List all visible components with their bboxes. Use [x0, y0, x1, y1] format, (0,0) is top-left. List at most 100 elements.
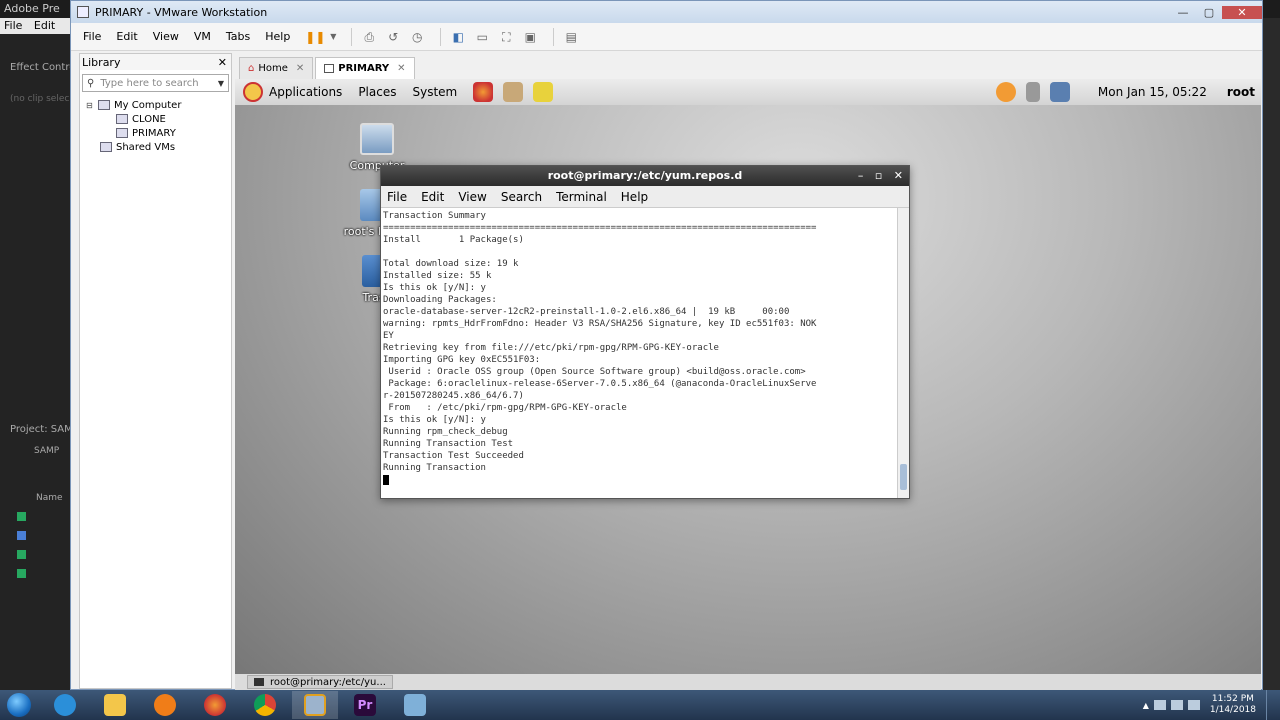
menu-tabs[interactable]: Tabs	[226, 30, 250, 43]
shared-vms-icon	[100, 142, 112, 152]
terminal-maximize-button[interactable]: ▫	[875, 169, 882, 182]
menu-help[interactable]: Help	[265, 30, 290, 43]
gnome-menu-places[interactable]: Places	[358, 85, 396, 99]
premiere-effect-controls-tab[interactable]: Effect Contro	[10, 62, 75, 73]
tray-icon[interactable]	[1153, 700, 1166, 710]
scrollbar-thumb[interactable]	[900, 464, 907, 490]
send-ctrl-alt-del-icon[interactable]: ⎙	[360, 29, 378, 45]
vmware-window: PRIMARY - VMware Workstation — ▢ ✕ File …	[70, 0, 1263, 690]
terminal-menu-edit[interactable]: Edit	[421, 190, 444, 204]
volume-icon[interactable]	[1187, 700, 1200, 710]
gnome-foot-icon[interactable]	[243, 82, 263, 102]
menu-edit[interactable]: Edit	[116, 30, 137, 43]
terminal-menu-terminal[interactable]: Terminal	[556, 190, 607, 204]
close-icon[interactable]: ✕	[296, 63, 304, 74]
chevron-down-icon[interactable]: ▼	[329, 29, 337, 45]
menu-vm[interactable]: VM	[194, 30, 211, 43]
clock-date: 1/14/2018	[1209, 705, 1256, 715]
maximize-button[interactable]: ▢	[1196, 6, 1222, 19]
taskbar-premiere[interactable]: Pr	[342, 691, 388, 719]
collapse-icon[interactable]: ⊟	[86, 101, 94, 110]
gnome-clock[interactable]: Mon Jan 15, 05:22	[1098, 85, 1207, 99]
tab-primary[interactable]: PRIMARY ✕	[315, 57, 415, 79]
gnome-top-panel: Applications Places System Mon Jan 15, 0…	[235, 79, 1261, 105]
vmware-titlebar: PRIMARY - VMware Workstation — ▢ ✕	[71, 1, 1262, 23]
gnome-user[interactable]: root	[1227, 85, 1255, 99]
vm-console-screen[interactable]: Applications Places System Mon Jan 15, 0…	[235, 79, 1261, 674]
close-button[interactable]: ✕	[1222, 5, 1262, 19]
mail-icon[interactable]	[503, 82, 524, 102]
terminal-line: oracle-database-server-12cR2-preinstall-…	[383, 307, 790, 317]
console-view-icon[interactable]: ▭	[473, 29, 491, 45]
menu-view[interactable]: View	[153, 30, 179, 43]
terminal-close-button[interactable]: ✕	[894, 169, 903, 182]
library-title: Library	[82, 55, 121, 69]
premiere-project-tab[interactable]: Project: SAM	[10, 424, 73, 435]
terminal-menu-search[interactable]: Search	[501, 190, 542, 204]
taskbar-item-terminal[interactable]: root@primary:/etc/yu...	[247, 675, 393, 689]
close-icon[interactable]: ✕	[397, 63, 405, 74]
unity-icon[interactable]: ▣	[521, 29, 539, 45]
terminal-scrollbar[interactable]	[897, 208, 909, 498]
taskbar-clock[interactable]: 11:52 PM 1/14/2018	[1210, 694, 1256, 716]
fullscreen-icon[interactable]: ⛶	[497, 29, 515, 45]
volume-icon[interactable]	[1025, 82, 1040, 102]
tree-label: Shared VMs	[116, 141, 176, 153]
tab-label: PRIMARY	[338, 63, 390, 74]
terminal-output[interactable]: Transaction Summary =====================…	[381, 208, 897, 498]
terminal-window: root@primary:/etc/yum.repos.d – ▫ ✕ File…	[380, 165, 910, 499]
terminal-menu-help[interactable]: Help	[621, 190, 648, 204]
snapshot-icon[interactable]: ↺	[384, 29, 402, 45]
terminal-line: Transaction Test Succeeded	[383, 451, 524, 461]
taskbar-item-label: root@primary:/etc/yu...	[270, 676, 386, 688]
library-search-input[interactable]: ⚲ Type here to search ▼	[82, 74, 229, 92]
terminal-line: Running Transaction Test	[383, 439, 514, 449]
app-icon	[404, 694, 426, 716]
vm-bottom-panel: root@primary:/etc/yu...	[235, 674, 1261, 690]
show-desktop-button[interactable]	[1266, 690, 1280, 720]
menu-file[interactable]: File	[83, 30, 101, 43]
terminal-menu-view[interactable]: View	[458, 190, 486, 204]
tree-item-my-computer[interactable]: ⊟ My Computer	[80, 98, 231, 112]
taskbar-chrome[interactable]	[242, 691, 288, 719]
network-icon[interactable]	[1170, 700, 1183, 710]
library-close-icon[interactable]: ✕	[218, 56, 227, 69]
premiere-menu-edit[interactable]: Edit	[34, 19, 55, 32]
computer-icon	[360, 123, 394, 155]
chevron-down-icon[interactable]: ▼	[218, 79, 224, 88]
snapshot-manager-icon[interactable]: ◷	[408, 29, 426, 45]
pause-icon[interactable]: ❚❚	[305, 29, 325, 45]
gnome-menu-system[interactable]: System	[412, 85, 457, 99]
terminal-line: Retrieving key from file:///etc/pki/rpm-…	[383, 343, 719, 353]
terminal-titlebar: root@primary:/etc/yum.repos.d – ▫ ✕	[381, 166, 909, 186]
windows-taskbar: Pr ▲ 11:52 PM 1/14/2018	[0, 690, 1280, 720]
toolbar-separator	[440, 27, 442, 46]
start-button[interactable]	[0, 691, 38, 719]
thumbnail-view-icon[interactable]: ▤	[562, 29, 580, 45]
minimize-button[interactable]: —	[1170, 6, 1196, 19]
tree-item-primary[interactable]: PRIMARY	[80, 126, 231, 140]
gnome-menu-applications[interactable]: Applications	[269, 85, 342, 99]
taskbar-ie[interactable]	[42, 691, 88, 719]
update-icon[interactable]	[995, 82, 1016, 102]
library-toggle-icon[interactable]: ◧	[449, 29, 467, 45]
folder-icon	[104, 694, 126, 716]
tree-item-clone[interactable]: CLONE	[80, 112, 231, 126]
firefox-icon[interactable]	[473, 82, 494, 102]
tray-expand-icon[interactable]: ▲	[1143, 701, 1149, 710]
tab-home[interactable]: ⌂ Home ✕	[239, 57, 314, 79]
taskbar-media-player[interactable]	[142, 691, 188, 719]
toolbar-separator	[351, 27, 353, 46]
notes-icon[interactable]	[533, 82, 554, 102]
terminal-minimize-button[interactable]: –	[858, 169, 864, 182]
tree-label: PRIMARY	[132, 127, 176, 139]
premiere-name-column: Name	[36, 493, 63, 503]
taskbar-vmware[interactable]	[292, 691, 338, 719]
tree-item-shared-vms[interactable]: Shared VMs	[80, 140, 231, 154]
premiere-menu-file[interactable]: File	[4, 19, 22, 32]
taskbar-explorer[interactable]	[92, 691, 138, 719]
taskbar-firefox[interactable]	[192, 691, 238, 719]
terminal-menu-file[interactable]: File	[387, 190, 407, 204]
taskbar-misc[interactable]	[392, 691, 438, 719]
network-icon[interactable]	[1049, 82, 1070, 102]
